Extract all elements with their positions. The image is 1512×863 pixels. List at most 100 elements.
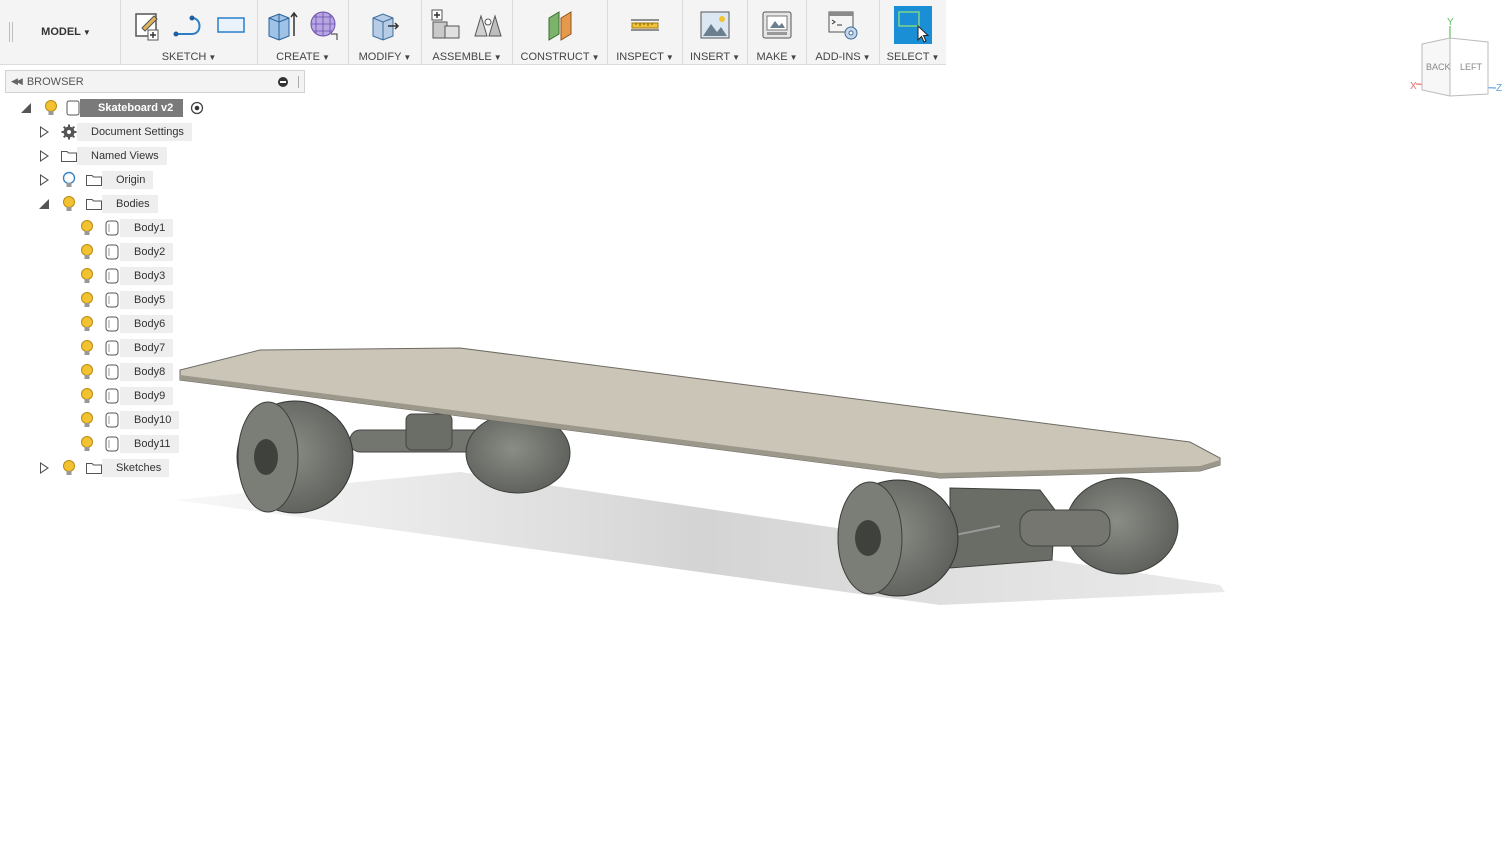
folder-icon: [86, 175, 102, 186]
visibility-bulb-icon[interactable]: [80, 315, 94, 333]
origin-label[interactable]: Origin: [102, 171, 154, 189]
body-icon: [105, 244, 119, 260]
chevron-down-icon: ▼: [82, 27, 91, 37]
insert-menu-label: INSERT: [689, 51, 731, 63]
select-tool-button[interactable]: [894, 6, 932, 44]
insert-image-icon[interactable]: [698, 8, 732, 42]
body-icon: [105, 292, 119, 308]
expand-named-views-icon[interactable]: [40, 150, 49, 162]
insert-group[interactable]: INSERT ▼: [683, 0, 748, 64]
chevron-down-icon: ▼: [789, 53, 798, 62]
construct-group[interactable]: CONSTRUCT ▼: [513, 0, 608, 64]
sketch-group[interactable]: SKETCH ▼: [121, 0, 258, 64]
offset-plane-icon[interactable]: [543, 8, 577, 42]
toolbar-grip[interactable]: [0, 0, 13, 64]
collapse-bodies-icon[interactable]: [39, 199, 49, 209]
assemble-menu-label: ASSEMBLE: [432, 51, 492, 63]
body-item-label[interactable]: Body5: [120, 291, 174, 309]
rectangle-icon[interactable]: [214, 8, 248, 42]
visibility-bulb-icon[interactable]: [62, 459, 76, 477]
panel-resize-handle[interactable]: [298, 75, 301, 88]
construct-menu-label: CONSTRUCT: [520, 51, 590, 63]
chevron-down-icon: ▼: [403, 53, 412, 62]
chevron-down-icon: ▼: [732, 53, 741, 62]
body-icon: [105, 412, 119, 428]
new-component-icon[interactable]: [429, 8, 463, 42]
activate-component-icon[interactable]: [190, 101, 204, 115]
form-icon[interactable]: [307, 8, 341, 42]
create-sketch-icon[interactable]: [130, 8, 164, 42]
folder-icon: [86, 199, 102, 210]
body-icon: [105, 340, 119, 356]
assemble-group[interactable]: ASSEMBLE ▼: [422, 0, 513, 64]
named-views-label[interactable]: Named Views: [77, 147, 167, 165]
body-item-label[interactable]: Body1: [120, 219, 174, 237]
visibility-bulb-icon[interactable]: [80, 291, 94, 309]
body-item-label[interactable]: Body3: [120, 267, 174, 285]
chevron-down-icon: ▼: [208, 53, 217, 62]
select-group[interactable]: SELECT ▼: [880, 0, 946, 64]
make-menu-label: MAKE: [756, 51, 788, 63]
expand-origin-icon[interactable]: [40, 174, 49, 186]
body-icon: [105, 220, 119, 236]
create-menu-label: CREATE: [276, 51, 320, 63]
visibility-bulb-icon[interactable]: [80, 411, 94, 429]
extrude-icon[interactable]: [265, 8, 299, 42]
visibility-bulb-icon[interactable]: [62, 195, 76, 213]
minimize-browser-icon[interactable]: [278, 76, 288, 87]
skateboard-model[interactable]: [160, 330, 1240, 620]
body-item-label[interactable]: Body2: [120, 243, 174, 261]
body-icon: [105, 316, 119, 332]
workspace-label: MODEL: [41, 26, 81, 38]
make-group[interactable]: MAKE ▼: [748, 0, 807, 64]
bodies-label[interactable]: Bodies: [102, 195, 158, 213]
visibility-bulb-icon[interactable]: [80, 267, 94, 285]
visibility-bulb-icon[interactable]: [44, 99, 58, 117]
add-ins-menu-label: ADD-INS: [815, 51, 861, 63]
create-group[interactable]: CREATE ▼: [258, 0, 349, 64]
collapse-root-icon[interactable]: [21, 103, 31, 113]
root-component-label[interactable]: Skateboard v2: [80, 99, 184, 117]
collapse-browser-icon[interactable]: ◀◀: [11, 76, 23, 87]
visibility-bulb-icon[interactable]: [80, 363, 94, 381]
measure-icon[interactable]: [628, 8, 662, 42]
body-icon: [105, 268, 119, 284]
axis-x-label: X: [1410, 81, 1417, 92]
visibility-bulb-icon[interactable]: [80, 219, 94, 237]
scripts-addins-icon[interactable]: [826, 8, 860, 42]
press-pull-icon[interactable]: [368, 8, 402, 42]
line-icon[interactable]: [172, 8, 206, 42]
toolbar: MODEL ▼ SKETCH ▼ CREATE ▼ MODIFY ▼ ASSEM…: [0, 0, 946, 65]
document-settings-label[interactable]: Document Settings: [77, 123, 192, 141]
expand-sketches-icon[interactable]: [40, 462, 49, 474]
chevron-down-icon: ▼: [862, 53, 871, 62]
gear-icon: [61, 124, 77, 140]
visibility-bulb-icon[interactable]: [80, 435, 94, 453]
inspect-menu-label: INSPECT: [616, 51, 664, 63]
axis-y-label: Y: [1447, 17, 1454, 28]
cube-back-label: BACK: [1426, 62, 1451, 72]
visibility-bulb-icon[interactable]: [80, 243, 94, 261]
select-menu-label: SELECT: [886, 51, 930, 63]
joint-icon[interactable]: [471, 8, 505, 42]
visibility-bulb-icon[interactable]: [80, 387, 94, 405]
chevron-down-icon: ▼: [493, 53, 502, 62]
modify-menu-label: MODIFY: [358, 51, 402, 63]
chevron-down-icon: ▼: [931, 53, 940, 62]
modify-group[interactable]: MODIFY ▼: [349, 0, 422, 64]
3d-print-icon[interactable]: [760, 8, 794, 42]
visibility-bulb-off-icon[interactable]: [62, 171, 76, 189]
folder-icon: [61, 151, 77, 162]
add-ins-group[interactable]: ADD-INS ▼: [807, 0, 880, 64]
cursor-select-icon: [898, 11, 930, 43]
expand-document-settings-icon[interactable]: [40, 126, 49, 138]
inspect-group[interactable]: INSPECT ▼: [608, 0, 683, 64]
cube-left-label: LEFT: [1460, 62, 1483, 72]
visibility-bulb-icon[interactable]: [80, 339, 94, 357]
body-icon: [105, 364, 119, 380]
rear-truck-hanger: [405, 413, 453, 451]
view-cube[interactable]: Y X Z BACK LEFT: [1408, 14, 1508, 104]
chevron-down-icon: ▼: [665, 53, 674, 62]
workspace-switcher[interactable]: MODEL ▼: [12, 0, 121, 64]
sketch-menu-label: SKETCH: [161, 51, 207, 63]
